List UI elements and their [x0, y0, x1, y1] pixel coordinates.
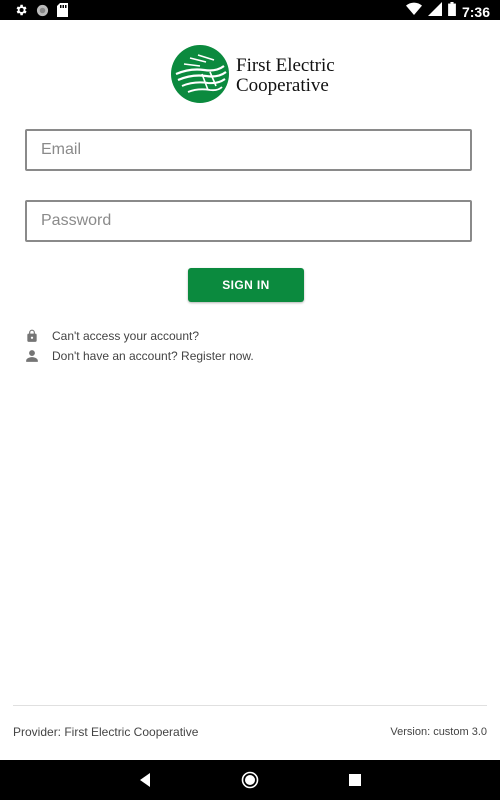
footer-divider — [13, 705, 487, 706]
status-time: 7:36 — [461, 3, 490, 20]
password-field[interactable] — [25, 200, 472, 242]
logo-line-2: Cooperative — [236, 75, 329, 96]
signal-icon — [427, 2, 442, 21]
version-text: Version: custom 3.0 — [390, 726, 487, 738]
logo-text: First Electric Cooperative — [236, 56, 335, 96]
logo-line-1: First Electric — [236, 55, 335, 76]
cant-access-link[interactable]: Can't access your account? — [52, 329, 199, 343]
back-icon[interactable] — [138, 772, 152, 793]
lock-icon — [25, 329, 39, 343]
provider-text: Provider: First Electric Cooperative — [13, 725, 199, 739]
register-link[interactable]: Don't have an account? Register now. — [52, 349, 254, 363]
sd-card-icon — [57, 3, 68, 22]
status-right-icons: 7:36 — [405, 2, 490, 21]
cant-access-row[interactable]: Can't access your account? — [25, 329, 199, 343]
home-icon[interactable] — [241, 771, 259, 794]
logo-emblem-icon — [171, 45, 229, 103]
settings-icon — [14, 3, 28, 22]
status-left-icons — [14, 3, 68, 22]
sign-in-button[interactable]: SIGN IN — [188, 268, 304, 302]
notification-dot-icon — [36, 4, 49, 22]
navigation-bar — [0, 760, 500, 800]
battery-icon — [448, 2, 456, 21]
person-icon — [25, 349, 39, 363]
wifi-icon — [405, 2, 422, 21]
recents-icon[interactable] — [349, 773, 361, 791]
register-row[interactable]: Don't have an account? Register now. — [25, 349, 254, 363]
email-field[interactable] — [25, 129, 472, 171]
status-bar: 7:36 — [0, 0, 500, 20]
